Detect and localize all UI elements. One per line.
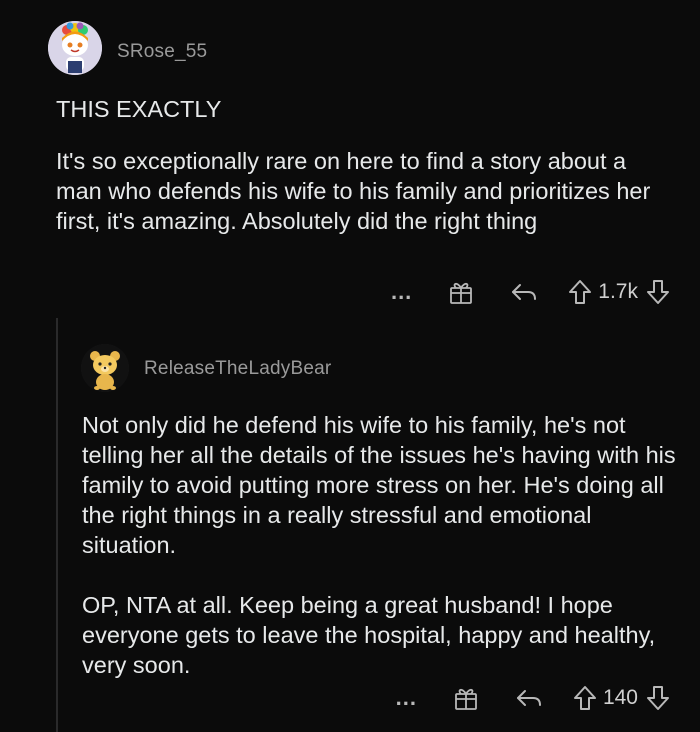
comment-actions: ... 1.7k [391,275,670,309]
bear-avatar-icon [81,344,129,392]
more-options-button[interactable]: ... [396,687,417,709]
comment-actions: ... 140 [396,681,670,715]
username[interactable]: SRose_55 [117,41,207,63]
downvote-arrow-icon[interactable] [646,685,670,711]
snoo-avatar-icon [48,21,102,75]
user-avatar[interactable] [81,344,129,392]
more-options-button[interactable]: ... [391,281,412,303]
reply-icon[interactable] [510,281,538,303]
comment-title-text: THIS EXACTLY [56,96,222,122]
upvote-arrow-icon[interactable] [573,685,597,711]
user-avatar[interactable] [48,21,102,75]
downvote-arrow-icon[interactable] [646,279,670,305]
upvote-arrow-icon[interactable] [568,279,592,305]
award-gift-icon[interactable] [448,279,474,305]
vote-count: 1.7k [598,280,638,303]
reply-icon[interactable] [515,687,543,709]
comment-body-paragraph: Not only did he defend his wife to his f… [82,412,676,558]
comment-body-text: It's so exceptionally rare on here to fi… [56,148,651,234]
username[interactable]: ReleaseTheLadyBear [144,358,331,380]
thread-line[interactable] [56,318,58,732]
comment-body-paragraph: OP, NTA at all. Keep being a great husba… [82,592,656,678]
vote-count: 140 [602,686,638,709]
award-gift-icon[interactable] [453,685,479,711]
